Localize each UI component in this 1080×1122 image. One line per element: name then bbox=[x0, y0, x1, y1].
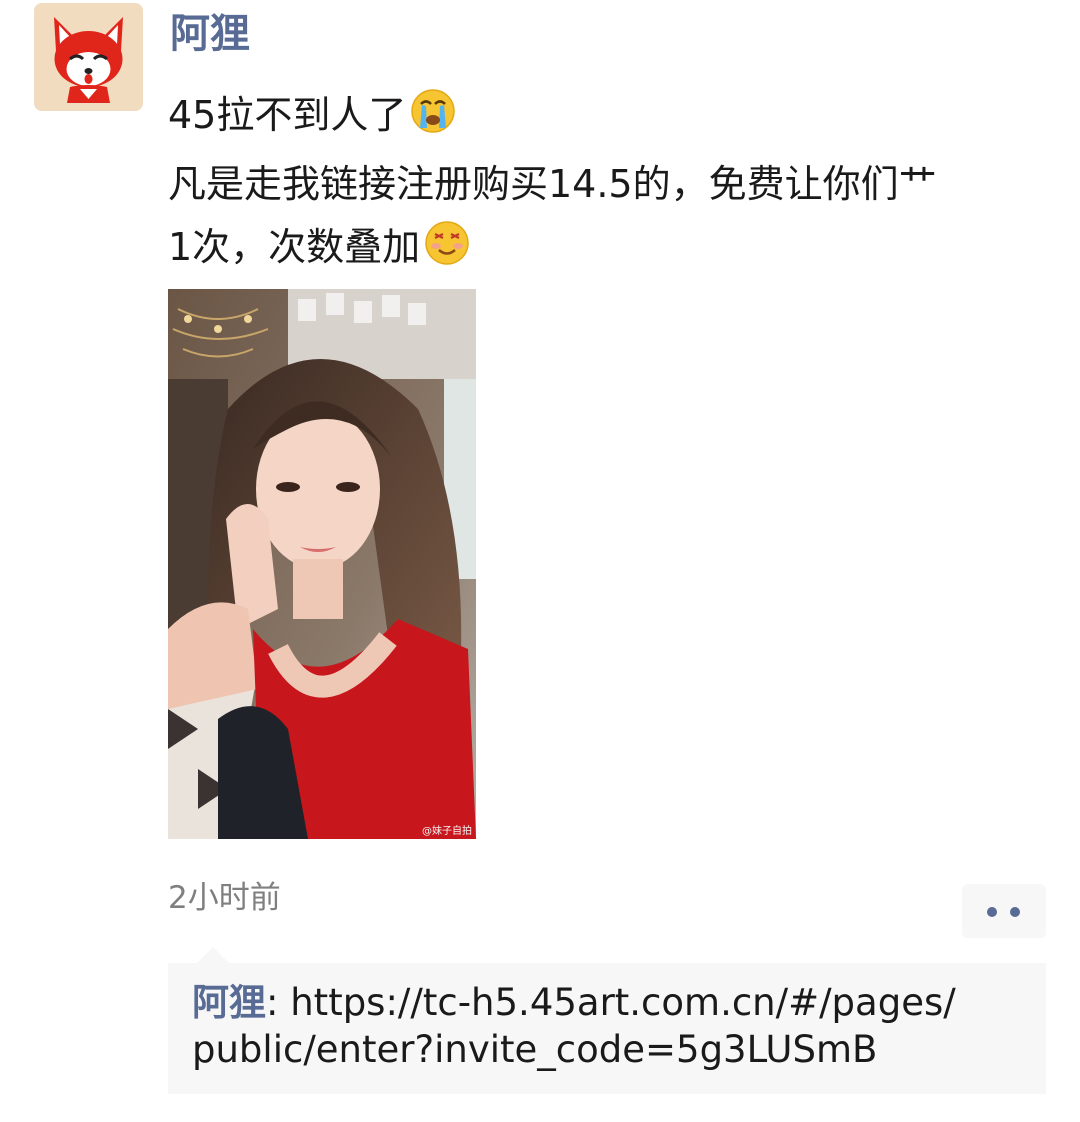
more-actions-button[interactable] bbox=[962, 884, 1046, 938]
photo-watermark: @妹子自拍 bbox=[422, 826, 472, 837]
post-text-line-2: 凡是走我链接注册购买14.5的，免费让你们艹 bbox=[168, 162, 937, 206]
comment-text[interactable]: https://tc-h5.45art.com.cn/#/pages/publi… bbox=[192, 981, 956, 1071]
selfie-photo-image bbox=[168, 289, 476, 839]
comment-author-name[interactable]: 阿狸 bbox=[192, 981, 266, 1024]
post-text-line-3: 1次，次数叠加 bbox=[168, 225, 421, 269]
comment-separator: : bbox=[266, 981, 291, 1024]
post-text-line: 45拉不到人了 bbox=[168, 84, 1068, 153]
post-text-line: 1次，次数叠加 bbox=[168, 216, 1068, 285]
post-author-name[interactable]: 阿狸 bbox=[170, 10, 250, 58]
fox-avatar-icon bbox=[34, 3, 143, 111]
comment-box-pointer bbox=[196, 947, 230, 964]
post-text: 45拉不到人了 凡是走我链接注册购买14.5的，免费让你们艹 1次，次数叠加 bbox=[168, 84, 1068, 285]
post-photo[interactable]: @妹子自拍 bbox=[168, 289, 476, 839]
smirking-face-icon bbox=[424, 220, 470, 285]
post-text-line-1: 45拉不到人了 bbox=[168, 93, 407, 137]
post-timestamp: 2小时前 bbox=[168, 880, 281, 916]
avatar[interactable] bbox=[34, 3, 143, 111]
more-dots-icon bbox=[987, 907, 997, 917]
more-dots-icon bbox=[1010, 907, 1020, 917]
comment-item[interactable]: 阿狸: https://tc-h5.45art.com.cn/#/pages/p… bbox=[192, 979, 972, 1073]
crying-face-icon bbox=[410, 88, 456, 153]
